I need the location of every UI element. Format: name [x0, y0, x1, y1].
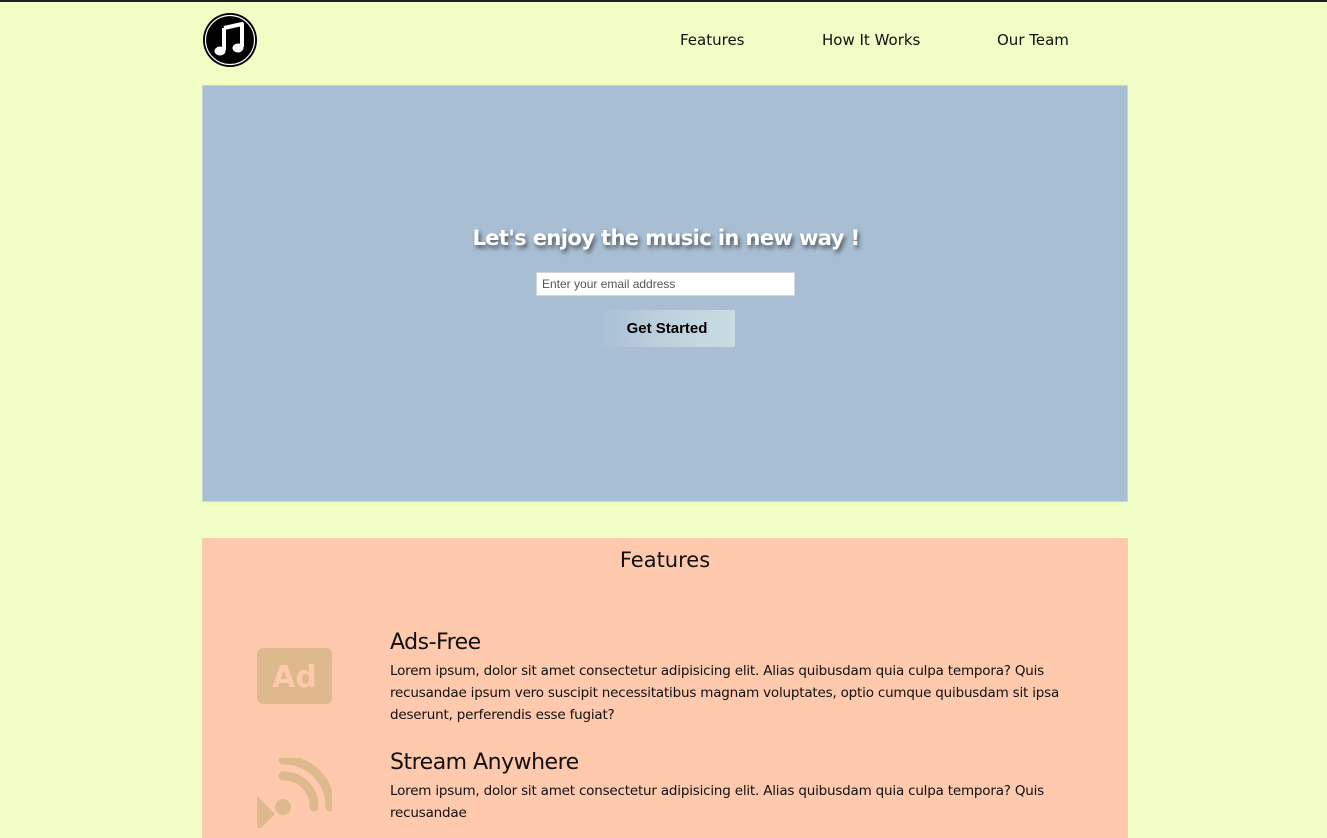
feature-heading-ads-free: Ads-Free [390, 630, 481, 655]
get-started-button[interactable]: Get Started [599, 310, 735, 347]
feature-description-stream-anywhere: Lorem ipsum, dolor sit amet consectetur … [390, 783, 1044, 821]
top-border [0, 0, 1327, 2]
satellite-dish-icon [257, 758, 332, 828]
nav-link-how-it-works[interactable]: How It Works [822, 31, 920, 49]
email-input[interactable] [536, 272, 795, 296]
feature-heading-stream-anywhere: Stream Anywhere [390, 750, 579, 775]
hero-title: Let's enjoy the music in new way ! [472, 226, 860, 250]
site-header: Features How It Works Our Team [202, 12, 1128, 68]
nav-link-our-team[interactable]: Our Team [997, 31, 1069, 49]
music-note-icon [203, 13, 257, 67]
feature-description-ads-free: Lorem ipsum, dolor sit amet consectetur … [390, 663, 1060, 723]
nav-link-features[interactable]: Features [680, 31, 745, 49]
logo-link[interactable] [202, 12, 258, 68]
hero-section: Let's enjoy the music in new way ! Get S… [202, 85, 1128, 502]
ad-icon: Ad [257, 648, 332, 704]
features-title: Features [619, 548, 711, 572]
features-section: Features Ad Ads-Free Lorem ipsum, dolor … [202, 538, 1128, 838]
svg-text:Ad: Ad [272, 660, 317, 695]
